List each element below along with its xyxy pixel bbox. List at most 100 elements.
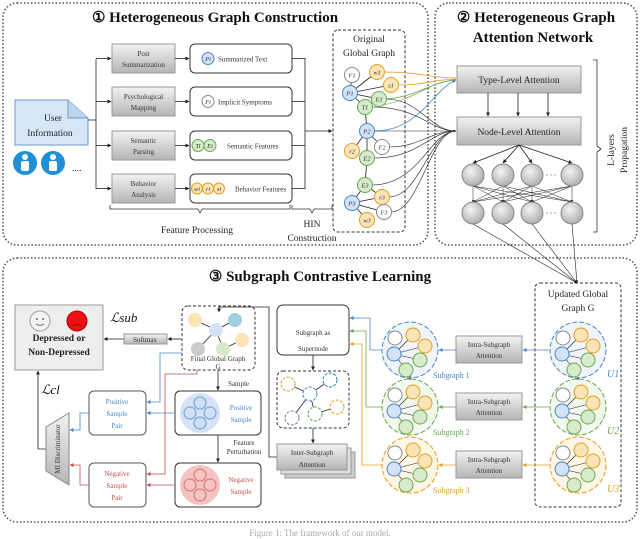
contrastive-loss-label: ℒcl [41, 382, 60, 397]
step-label: Summarization [122, 61, 165, 69]
original-global-graph: F1 w1 s1 P1 E1 T1 P2 r2 F2 E2 E3 r3 P3 F3 w3 [342, 64, 399, 228]
positive-pair-label: Positive [106, 398, 129, 406]
node-level-attention-block: Node-Level Attention [456, 116, 582, 146]
supernode [284, 410, 300, 426]
negative-pair-label: Negative [104, 470, 129, 478]
feature-node: ri [202, 182, 214, 195]
node-label: w1 [373, 69, 381, 76]
link [383, 71, 457, 79]
inter-attention-label: Inter-Subgraph [291, 449, 334, 457]
node-label: Fi [204, 99, 211, 106]
arrow [502, 144, 520, 164]
feature-label: Summarized Text [218, 56, 267, 64]
graph-node-p3: P3 [344, 195, 360, 211]
step-label: Semantic [130, 137, 156, 145]
hin-construction-label: Construction [287, 234, 336, 244]
feature-label: Semantic Features [227, 143, 279, 151]
sample-label: Sample [228, 380, 249, 388]
final-graph-node [235, 333, 249, 347]
arrow [69, 463, 89, 486]
feature-node: Fi [201, 95, 215, 108]
subgraph-node [555, 330, 571, 346]
negative-sample-box: Negative Sample [174, 462, 262, 508]
subgraph-node [412, 352, 428, 368]
neuron [560, 163, 584, 187]
subgraph-node [555, 387, 571, 403]
updated-subgraph-u1 [549, 321, 607, 379]
node-label: P1 [345, 90, 353, 97]
propagation-label: Propagation [620, 127, 630, 173]
feature-node: Ti [191, 139, 205, 152]
final-graph-node [228, 313, 242, 327]
intra-attention-label: Intra-Subgraph [468, 398, 511, 406]
subgraph-node [398, 362, 414, 378]
arrow [518, 144, 533, 164]
node-label: Ei [206, 143, 213, 150]
updated-subgraph-u2 [549, 378, 607, 436]
arrow [472, 144, 520, 164]
step-label: Psychological [124, 93, 163, 101]
step-label: Post [137, 50, 149, 58]
subgraph-node [580, 467, 596, 483]
feature-box: Fi Implicit Symptoms [189, 86, 293, 117]
feature-box: Ti Ei Semantic Features [189, 130, 293, 161]
subgraph-node [585, 395, 601, 411]
feature-label: Behavior Features [235, 186, 286, 194]
u-label: U3 [607, 484, 619, 495]
happy-face-icon [29, 310, 51, 332]
subgraph-node [573, 327, 589, 343]
subgraph-node [585, 338, 601, 354]
node-label: wi [194, 186, 200, 193]
subgraph-node [405, 327, 421, 343]
supernode [307, 406, 323, 422]
positive-sample-label: Positive [230, 404, 253, 412]
subgraph-2 [381, 378, 439, 436]
node-label: ri [206, 186, 211, 193]
type-level-label: Type-Level Attention [478, 76, 560, 86]
hin-construction-brace [291, 205, 333, 214]
subgraph-node [554, 346, 570, 362]
more-users-ellipsis: .... [72, 164, 82, 174]
subgraph-node [555, 445, 571, 461]
node-label: P3 [347, 200, 356, 207]
subgraph-node [387, 387, 403, 403]
arrow [518, 144, 573, 164]
framework-diagram: ① Heterogeneous Graph Construction User … [2, 2, 638, 538]
node-label: F1 [347, 72, 355, 79]
positive-sample-box: Positive Sample [174, 390, 262, 436]
feature-node: wi [191, 182, 203, 195]
softmax-block: Softmax [123, 333, 168, 345]
node-label: E1 [374, 96, 382, 103]
negative-sample-pair-box: Negative Sample Pair [88, 462, 147, 508]
link [390, 130, 457, 213]
users-icon [13, 151, 65, 175]
subgraph-1 [381, 321, 439, 379]
neuron [560, 201, 584, 225]
node-label: Pi [204, 56, 211, 63]
panel2-title: Attention Network [473, 30, 594, 46]
graph-node-r2: r2 [344, 143, 360, 159]
type-level-attention-block: Type-Level Attention [456, 65, 582, 94]
node-label: w3 [363, 217, 371, 224]
softmax-label: Softmax [133, 336, 157, 344]
neuron [520, 163, 544, 187]
graph-node-f2: F2 [374, 139, 390, 155]
positive-pair-label: Pair [111, 422, 123, 430]
supernode-label: Subgraph as [296, 329, 331, 337]
subgraph-node [417, 395, 433, 411]
original-graph-label: Global Graph [343, 49, 395, 59]
node-label: r2 [349, 148, 356, 155]
subgraph-node [405, 442, 421, 458]
panel3-title: ③ Subgraph Contrastive Learning [209, 269, 432, 285]
propagation-label: L-layers [607, 134, 617, 166]
intra-attention-label: Attention [476, 467, 503, 475]
link [371, 106, 457, 132]
inter-attention-label: Attention [299, 461, 326, 469]
user-info-label: User [44, 114, 63, 124]
link [388, 130, 457, 198]
arrow [349, 329, 382, 408]
subgraph-node [554, 461, 570, 477]
subgraph-label: Subgraph 3 [433, 486, 470, 495]
graph-node-f1: F1 [344, 67, 360, 83]
subgraph-node [580, 409, 596, 425]
